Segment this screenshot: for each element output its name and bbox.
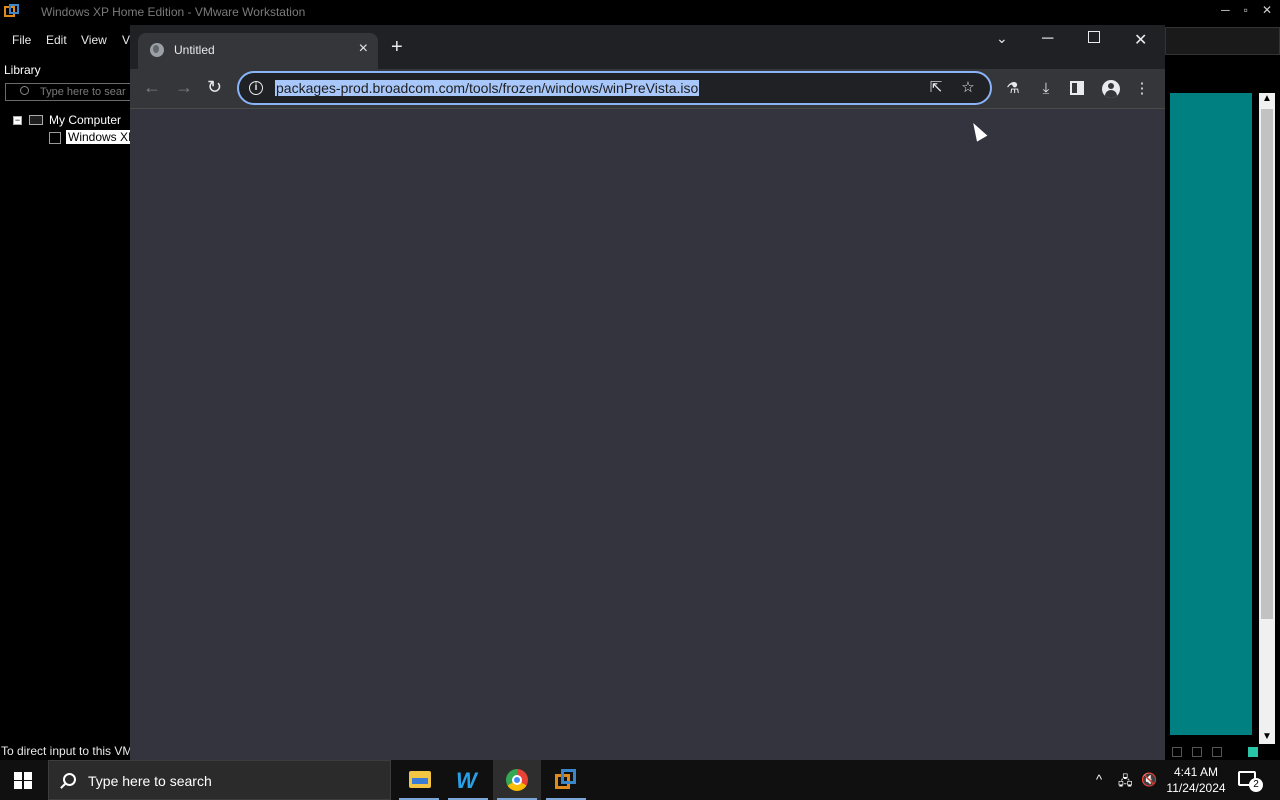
taskbar-file-explorer[interactable] bbox=[395, 760, 443, 800]
chrome-menu-icon[interactable]: ⋮ bbox=[1134, 81, 1150, 97]
reload-icon[interactable]: ↻ bbox=[207, 78, 222, 96]
tab-search-chevron-icon[interactable]: ⌄ bbox=[996, 30, 1008, 47]
address-bar[interactable]: i packages-prod.broadcom.com/tools/froze… bbox=[237, 71, 992, 105]
search-icon bbox=[63, 773, 76, 786]
taskbar-search-box[interactable]: Type here to search bbox=[48, 760, 391, 800]
vmware-logo-icon bbox=[4, 4, 20, 20]
console-vertical-scrollbar[interactable]: ▲ ▼ bbox=[1259, 93, 1275, 744]
download-icon[interactable]: ⤓ bbox=[1038, 81, 1054, 97]
vmware-titlebar: Windows XP Home Edition - VMware Worksta… bbox=[0, 0, 1280, 24]
notification-count-badge: 2 bbox=[1249, 778, 1263, 792]
scrollbar-thumb[interactable] bbox=[1261, 109, 1273, 619]
tree-root-label: My Computer bbox=[49, 113, 122, 127]
chrome-minimize-icon[interactable]: ─ bbox=[1042, 30, 1053, 48]
tab-title: Untitled bbox=[174, 43, 215, 57]
sound-device-icon[interactable] bbox=[1212, 747, 1222, 757]
vmware-window-controls: ─ ▫ ✕ bbox=[1221, 3, 1272, 17]
share-icon[interactable]: ⇱ bbox=[928, 80, 944, 96]
guest-desktop[interactable] bbox=[1170, 93, 1252, 735]
vm-icon bbox=[49, 132, 61, 144]
clock-date: 11/24/2024 bbox=[1166, 781, 1226, 795]
library-search-input[interactable]: Type here to sear bbox=[5, 83, 145, 101]
taskbar-search-placeholder: Type here to search bbox=[88, 773, 212, 789]
collapse-icon[interactable]: − bbox=[13, 116, 22, 125]
address-url[interactable]: packages-prod.broadcom.com/tools/frozen/… bbox=[275, 80, 700, 96]
tab-untitled[interactable]: Untitled × bbox=[138, 33, 378, 69]
vmware-status-text: To direct input to this VM bbox=[1, 744, 133, 758]
chrome-icon bbox=[506, 769, 528, 791]
vm-console-area[interactable]: ▲ ▼ bbox=[1165, 60, 1280, 744]
volume-muted-icon[interactable]: 🔇 bbox=[1141, 772, 1157, 788]
site-info-icon[interactable]: i bbox=[249, 81, 263, 95]
vmware-maximize-icon[interactable]: ▫ bbox=[1244, 3, 1248, 17]
bookmark-star-icon[interactable]: ☆ bbox=[960, 80, 976, 96]
network-icon[interactable]: 🖧 bbox=[1118, 772, 1133, 794]
search-icon bbox=[20, 86, 29, 95]
side-panel-icon[interactable] bbox=[1070, 81, 1084, 95]
scroll-up-icon[interactable]: ▲ bbox=[1262, 93, 1272, 104]
chrome-window: Untitled × + ⌄ ─ ✕ ← → ↻ i packages-prod… bbox=[130, 25, 1165, 760]
windows-taskbar: Type here to search W ^ 🖧 🔇 4:41 AM 11/2… bbox=[0, 760, 1280, 800]
chrome-close-icon[interactable]: ✕ bbox=[1134, 30, 1147, 50]
vmware-toolbar bbox=[1165, 27, 1280, 55]
tree-child-label: Windows XI bbox=[66, 130, 134, 144]
vmware-close-icon[interactable]: ✕ bbox=[1262, 3, 1272, 17]
vmware-icon bbox=[555, 769, 577, 791]
globe-icon bbox=[150, 43, 164, 57]
file-explorer-icon bbox=[409, 771, 431, 788]
taskbar-chrome[interactable] bbox=[493, 760, 541, 800]
menu-vm[interactable]: V bbox=[122, 33, 130, 47]
message-icon[interactable] bbox=[1248, 747, 1258, 757]
chrome-tabstrip: Untitled × + ⌄ ─ ✕ bbox=[130, 25, 1165, 69]
vmware-window-title: Windows XP Home Edition - VMware Worksta… bbox=[41, 5, 306, 19]
library-tree: − My Computer Windows XI bbox=[4, 112, 134, 712]
tree-item-my-computer[interactable]: − My Computer bbox=[4, 112, 126, 128]
labs-flask-icon[interactable]: ⚗ bbox=[1005, 81, 1021, 97]
vmware-device-icons bbox=[1168, 744, 1280, 760]
computer-icon bbox=[29, 115, 43, 125]
taskbar-word-app[interactable]: W bbox=[444, 760, 492, 800]
chrome-maximize-icon[interactable] bbox=[1088, 31, 1100, 43]
page-content-area[interactable] bbox=[130, 110, 1165, 760]
back-arrow-icon[interactable]: ← bbox=[143, 78, 161, 96]
desktop-screen: Windows XP Home Edition - VMware Worksta… bbox=[0, 0, 1280, 800]
menu-view[interactable]: View bbox=[81, 33, 107, 47]
word-app-icon: W bbox=[456, 768, 477, 793]
network-device-icon[interactable] bbox=[1172, 747, 1182, 757]
vmware-minimize-icon[interactable]: ─ bbox=[1221, 3, 1230, 17]
show-hidden-icons-chevron-icon[interactable]: ^ bbox=[1096, 772, 1102, 787]
profile-avatar-icon[interactable] bbox=[1102, 80, 1120, 98]
tab-close-icon[interactable]: × bbox=[359, 40, 368, 58]
tree-item-windows-xp[interactable]: Windows XI bbox=[4, 130, 134, 146]
usb-device-icon[interactable] bbox=[1192, 747, 1202, 757]
taskbar-vmware[interactable] bbox=[542, 760, 590, 800]
start-button[interactable] bbox=[14, 772, 32, 789]
notification-center-icon[interactable]: 2 bbox=[1238, 771, 1263, 792]
taskbar-clock[interactable]: 4:41 AM 11/24/2024 bbox=[1164, 764, 1228, 796]
library-search-placeholder: Type here to sear bbox=[40, 86, 126, 98]
menu-file[interactable]: File bbox=[12, 33, 31, 47]
scroll-down-icon[interactable]: ▼ bbox=[1262, 731, 1272, 742]
forward-arrow-icon[interactable]: → bbox=[175, 78, 193, 96]
vmware-library-panel: Library Type here to sear − My Computer … bbox=[0, 56, 145, 790]
chrome-toolbar: ← → ↻ i packages-prod.broadcom.com/tools… bbox=[130, 69, 1165, 109]
new-tab-button[interactable]: + bbox=[391, 37, 403, 57]
clock-time: 4:41 AM bbox=[1173, 765, 1219, 779]
menu-edit[interactable]: Edit bbox=[46, 33, 67, 47]
library-label: Library bbox=[4, 63, 41, 77]
